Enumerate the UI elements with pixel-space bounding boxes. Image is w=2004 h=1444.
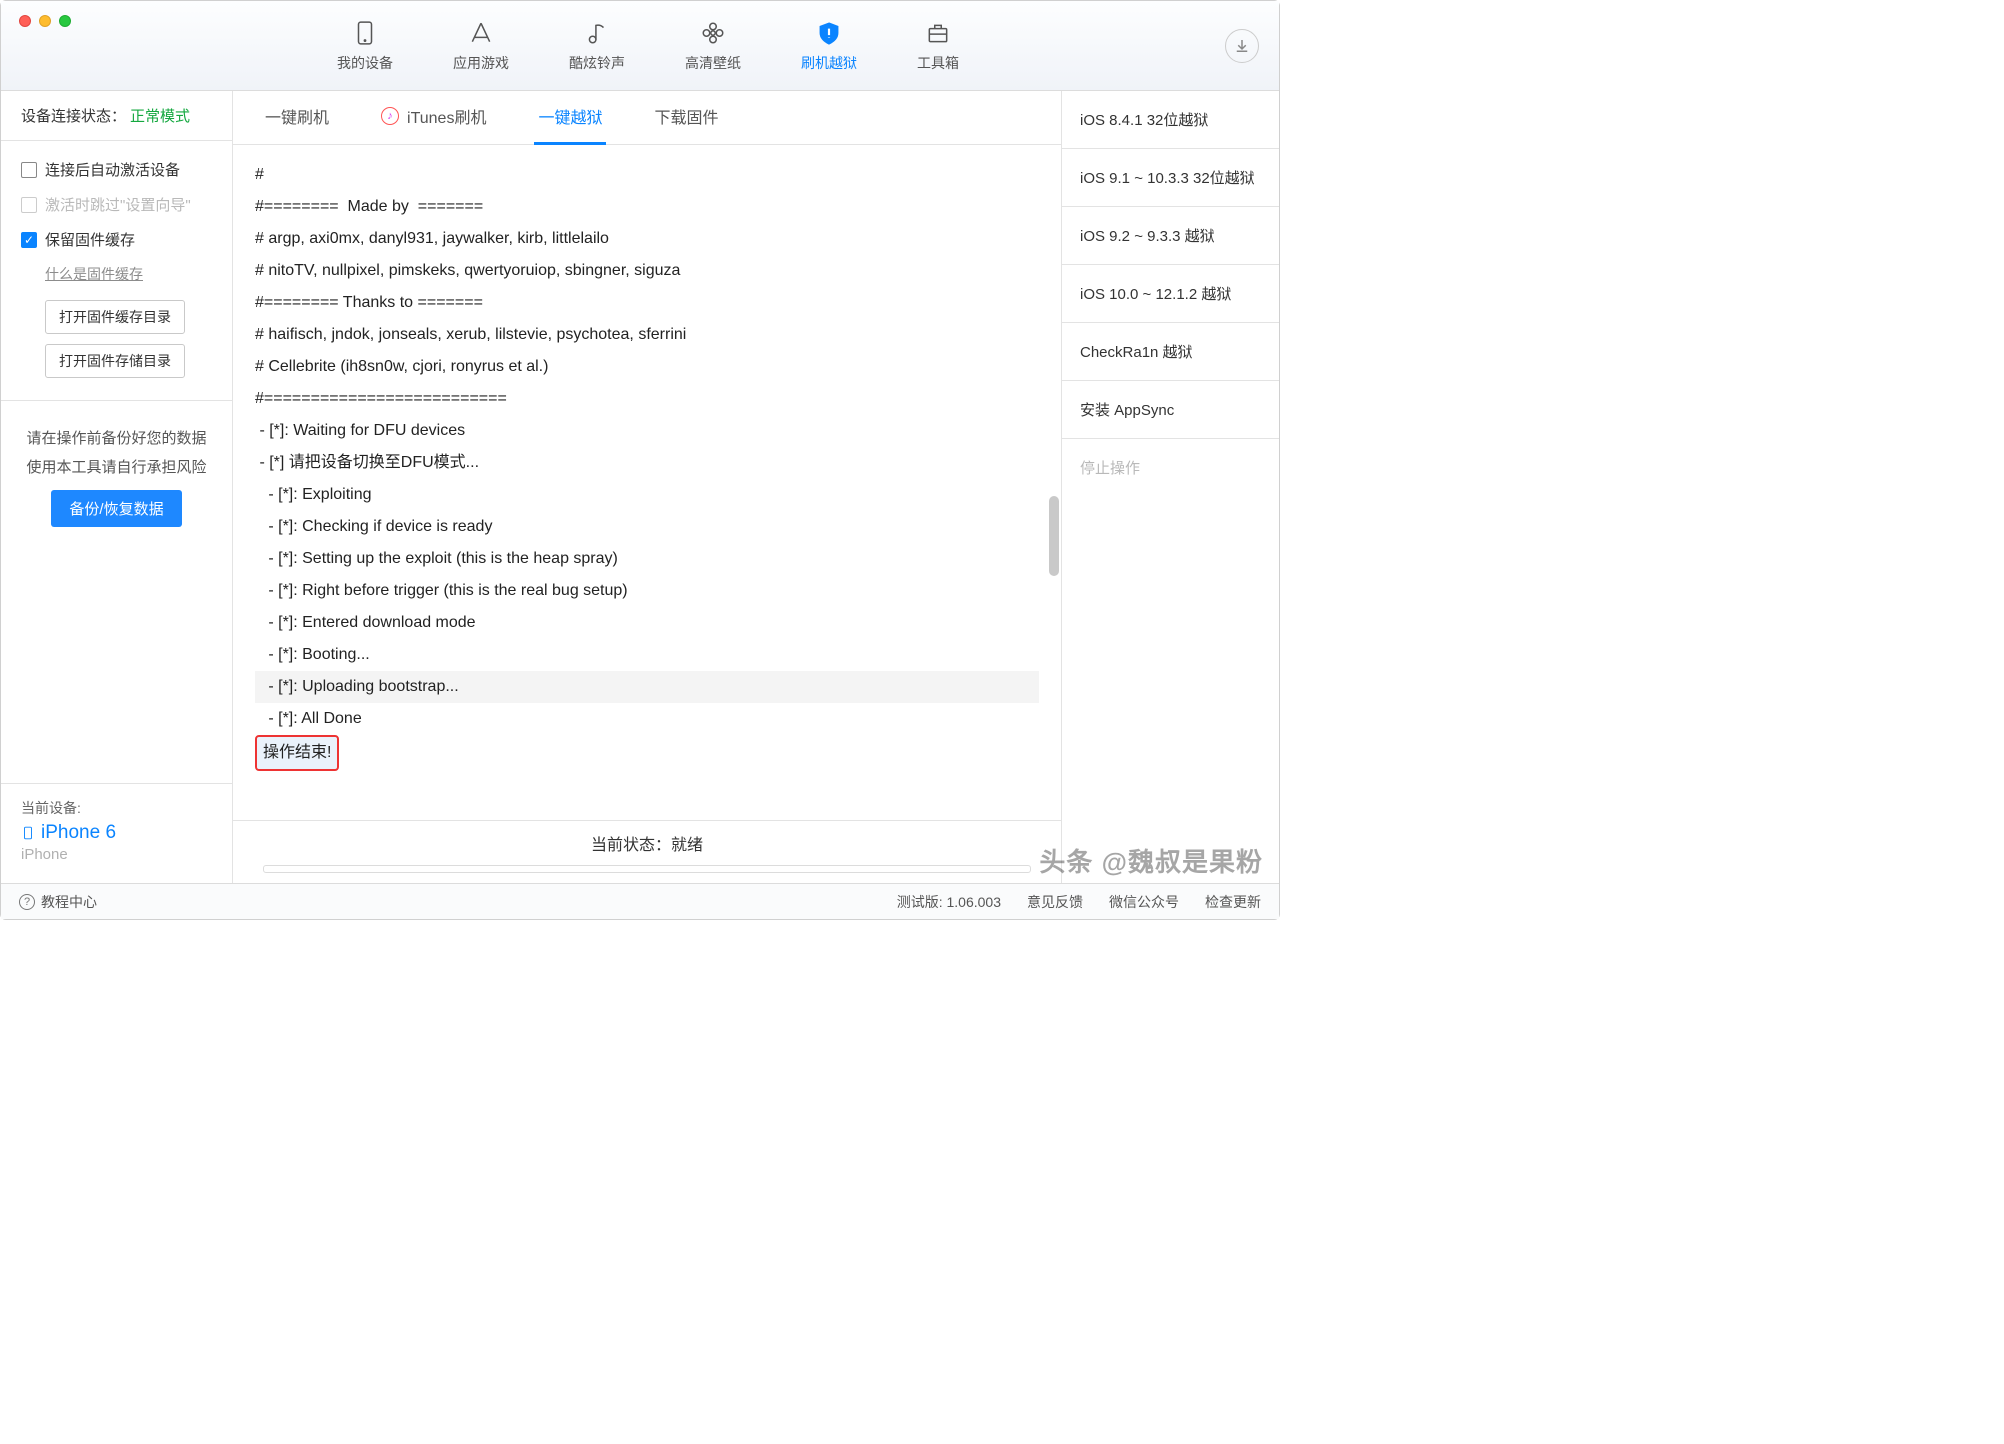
opt-label: 保留固件缓存 [45,229,135,250]
log-line: # nitoTV, nullpixel, pimskeks, qwertyoru… [255,255,1039,287]
status-label: 设备连接状态： [21,105,126,126]
toolbox-icon [924,19,952,47]
status-bar: 当前状态：就绪 [233,820,1061,861]
itunes-icon [381,107,399,125]
scrollbar[interactable] [1049,145,1059,820]
nav-label: 我的设备 [337,53,393,73]
right-sidebar: iOS 8.4.1 32位越狱 iOS 9.1 ~ 10.3.3 32位越狱 i… [1061,91,1279,883]
checkbox-checked-icon: ✓ [21,232,37,248]
close-icon[interactable] [19,15,31,27]
cur-device-name[interactable]: iPhone 6 [21,822,212,844]
maximize-icon[interactable] [59,15,71,27]
log-line: - [*]: Checking if device is ready [255,511,1039,543]
nav-label: 应用游戏 [453,53,509,73]
nav-ringtones[interactable]: 酷炫铃声 [569,19,625,73]
log-line: # Cellebrite (ih8sn0w, cjori, ronyrus et… [255,351,1039,383]
log-line: #======== Made by ======= [255,191,1039,223]
appstore-icon [467,19,495,47]
stop-operation: 停止操作 [1062,439,1279,496]
log-line: - [*]: Waiting for DFU devices [255,415,1039,447]
jailbreak-option[interactable]: iOS 9.1 ~ 10.3.3 32位越狱 [1062,149,1279,207]
warning-block: 请在操作前备份好您的数据 使用本工具请自行承担风险 备份/恢复数据 [1,400,232,539]
wechat-link[interactable]: 微信公众号 [1109,892,1179,912]
open-store-dir-button[interactable]: 打开固件存储目录 [45,344,185,378]
phone-icon [21,824,35,842]
download-icon [1233,37,1251,55]
nav-label: 高清壁纸 [685,53,741,73]
install-appsync[interactable]: 安装 AppSync [1062,381,1279,439]
nav-toolbox[interactable]: 工具箱 [917,19,959,73]
titlebar: 我的设备 应用游戏 酷炫铃声 高清壁纸 刷机越狱 工具箱 [1,1,1279,91]
log-line: - [*]: Right before trigger (this is the… [255,575,1039,607]
log-line: - [*]: Booting... [255,639,1039,671]
status-value: 正常模式 [130,105,190,126]
music-icon [583,19,611,47]
tab-download-firmware[interactable]: 下载固件 [650,91,722,145]
cur-device-type: iPhone [21,846,212,863]
jailbreak-option[interactable]: iOS 10.0 ~ 12.1.2 越狱 [1062,265,1279,323]
log-done-badge: 操作结束! [255,735,339,771]
version-label: 测试版: 1.06.003 [897,892,1001,912]
downloads-button[interactable] [1225,29,1259,63]
current-device: 当前设备: iPhone 6 iPhone [1,783,232,883]
log-line: - [*]: Uploading bootstrap... [255,671,1039,703]
nav-devices[interactable]: 我的设备 [337,19,393,73]
left-sidebar: 设备连接状态： 正常模式 连接后自动激活设备 激活时跳过"设置向导" ✓ 保留固… [1,91,233,883]
tab-one-key-jailbreak[interactable]: 一键越狱 [534,91,606,145]
check-update-link[interactable]: 检查更新 [1205,892,1261,912]
center-pane: 一键刷机 iTunes刷机 一键越狱 下载固件 # #======== Made… [233,91,1061,883]
tab-itunes-flash[interactable]: iTunes刷机 [377,91,490,145]
nav-label: 酷炫铃声 [569,53,625,73]
main-nav: 我的设备 应用游戏 酷炫铃声 高清壁纸 刷机越狱 工具箱 [71,19,1225,73]
checkbox-icon [21,197,37,213]
scrollbar-thumb[interactable] [1049,496,1059,576]
nav-label: 工具箱 [917,53,959,73]
log-line: - [*]: All Done [255,703,1039,735]
phone-icon [351,19,379,47]
warn-line: 请在操作前备份好您的数据 [21,425,212,454]
opt-keep-cache[interactable]: ✓ 保留固件缓存 [21,229,212,250]
opt-skip-setup: 激活时跳过"设置向导" [21,194,212,215]
log-line: #========================== [255,383,1039,415]
checkbox-icon [21,162,37,178]
log-line: - [*]: Entered download mode [255,607,1039,639]
log-line: # [255,159,1039,191]
shield-icon [815,19,843,47]
tutorial-link[interactable]: 教程中心 [41,892,97,912]
log-line: - [*] 请把设备切换至DFU模式... [255,447,1039,479]
nav-wallpapers[interactable]: 高清壁纸 [685,19,741,73]
log-line: - [*]: Exploiting [255,479,1039,511]
backup-restore-button[interactable]: 备份/恢复数据 [51,490,181,527]
log-view[interactable]: # #======== Made by ======= # argp, axi0… [233,145,1061,820]
traffic-lights [19,15,71,27]
opt-label: 激活时跳过"设置向导" [45,194,191,215]
status-value: 就绪 [671,837,703,854]
device-status: 设备连接状态： 正常模式 [1,91,232,141]
flower-icon [699,19,727,47]
opt-label: 连接后自动激活设备 [45,159,180,180]
log-line: - [*]: Setting up the exploit (this is t… [255,543,1039,575]
open-cache-dir-button[interactable]: 打开固件缓存目录 [45,300,185,334]
feedback-link[interactable]: 意见反馈 [1027,892,1083,912]
nav-label: 刷机越狱 [801,53,857,73]
status-label: 当前状态： [591,837,671,854]
footer: ? 教程中心 测试版: 1.06.003 意见反馈 微信公众号 检查更新 [1,883,1279,919]
tab-one-key-flash[interactable]: 一键刷机 [261,91,333,145]
opt-auto-activate[interactable]: 连接后自动激活设备 [21,159,212,180]
jailbreak-option[interactable]: CheckRa1n 越狱 [1062,323,1279,381]
nav-flash-jailbreak[interactable]: 刷机越狱 [801,19,857,73]
jailbreak-option[interactable]: iOS 8.4.1 32位越狱 [1062,91,1279,149]
cur-device-label: 当前设备: [21,798,212,818]
log-line: #======== Thanks to ======= [255,287,1039,319]
help-cache-link[interactable]: 什么是固件缓存 [45,264,212,284]
sub-tabs: 一键刷机 iTunes刷机 一键越狱 下载固件 [233,91,1061,145]
jailbreak-option[interactable]: iOS 9.2 ~ 9.3.3 越狱 [1062,207,1279,265]
log-line: # argp, axi0mx, danyl931, jaywalker, kir… [255,223,1039,255]
log-line: # haifisch, jndok, jonseals, xerub, lils… [255,319,1039,351]
warn-line: 使用本工具请自行承担风险 [21,454,212,483]
progress-bar [263,865,1031,873]
minimize-icon[interactable] [39,15,51,27]
help-icon: ? [19,894,35,910]
nav-apps[interactable]: 应用游戏 [453,19,509,73]
